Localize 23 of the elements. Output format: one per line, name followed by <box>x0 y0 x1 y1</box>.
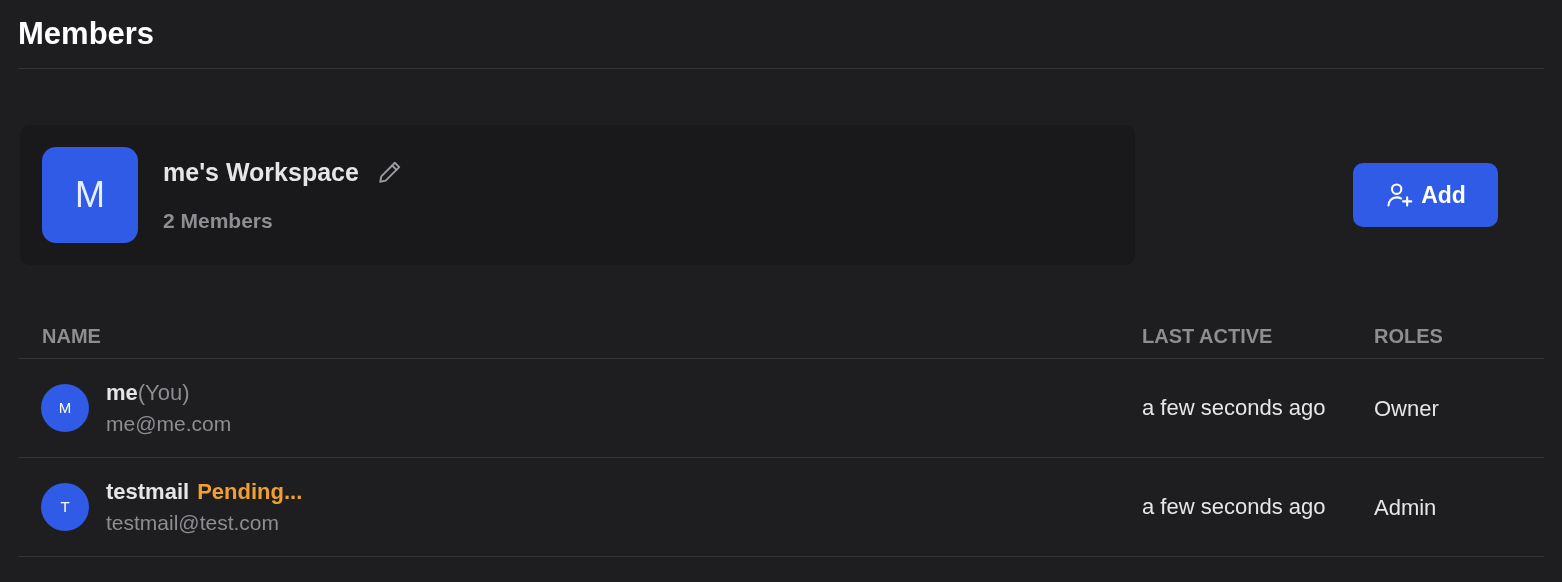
workspace-name: me's Workspace <box>163 156 359 188</box>
column-header: LAST ACTIVE <box>1142 324 1273 347</box>
pencil-icon <box>376 159 403 186</box>
member-name: testmail <box>106 479 190 504</box>
member-tag: (You) <box>137 380 190 405</box>
member-count: 2 Members <box>163 208 274 234</box>
workspace-avatar: M <box>42 147 138 243</box>
member-email: me@me.com <box>106 411 232 437</box>
member-avatar: T <box>41 483 89 531</box>
page-title: Members <box>18 15 155 53</box>
member-role: Admin <box>1374 494 1437 520</box>
add-user-icon <box>1385 181 1414 209</box>
member-email: testmail@test.com <box>106 510 281 536</box>
member-name: me <box>106 380 138 405</box>
member-avatar: M <box>41 384 89 432</box>
column-header: ROLES <box>1374 324 1443 347</box>
edit-button[interactable] <box>376 159 403 186</box>
column-header: NAME <box>42 324 101 347</box>
last-active: a few seconds ago <box>1142 493 1327 521</box>
status-label: Pending... <box>197 479 303 504</box>
add-button[interactable]: Add <box>1353 163 1498 227</box>
member-role: Owner <box>1374 395 1439 421</box>
last-active: a few seconds ago <box>1142 394 1327 422</box>
